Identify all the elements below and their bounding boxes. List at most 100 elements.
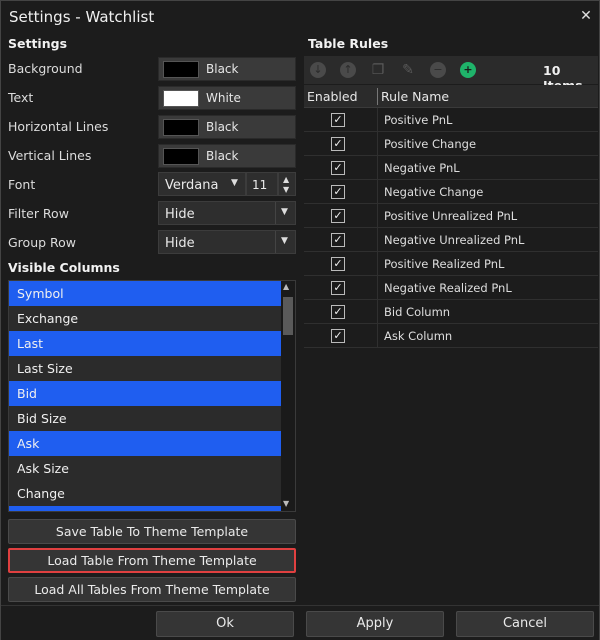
- apply-button[interactable]: Apply: [306, 611, 444, 637]
- vertical-lines-color-picker[interactable]: Black: [158, 144, 296, 168]
- list-item[interactable]: Ask: [9, 431, 281, 456]
- load-table-button[interactable]: Load Table From Theme Template: [8, 548, 296, 573]
- filter-row-select[interactable]: Hide ▼: [158, 201, 296, 225]
- table-row[interactable]: ✓ Ask Column: [304, 324, 598, 348]
- rule-enabled-checkbox[interactable]: ✓: [331, 137, 345, 151]
- horizontal-lines-swatch: [163, 119, 199, 136]
- spin-up-icon[interactable]: ▲: [283, 175, 289, 184]
- rule-name: Negative Realized PnL: [384, 281, 512, 295]
- background-color-name: Black: [206, 62, 239, 76]
- table-row[interactable]: ✓ Positive PnL: [304, 108, 598, 132]
- add-icon[interactable]: +: [460, 62, 476, 78]
- group-row-dropdown-button[interactable]: ▼: [275, 231, 296, 253]
- vertical-lines-swatch: [163, 148, 199, 165]
- scroll-down-icon[interactable]: ▼: [283, 499, 289, 508]
- filter-row-value: Hide: [165, 207, 195, 222]
- rule-enabled-checkbox[interactable]: ✓: [331, 329, 345, 343]
- scrollbar-thumb[interactable]: [283, 297, 293, 335]
- horizontal-lines-color-picker[interactable]: Black: [158, 115, 296, 139]
- rule-name: Positive Realized PnL: [384, 257, 505, 271]
- table-row[interactable]: ✓ Negative Unrealized PnL: [304, 228, 598, 252]
- rule-enabled-checkbox[interactable]: ✓: [331, 185, 345, 199]
- list-item[interactable]: Bid Size: [9, 406, 281, 431]
- font-family-value: Verdana: [165, 178, 219, 193]
- list-item[interactable]: Ask Size: [9, 456, 281, 481]
- text-swatch: [163, 90, 199, 107]
- horizontal-lines-color-name: Black: [206, 120, 239, 134]
- rule-name: Bid Column: [384, 305, 451, 319]
- rule-name: Positive Unrealized PnL: [384, 209, 518, 223]
- font-size-input[interactable]: 11: [246, 172, 278, 196]
- background-label: Background: [8, 61, 83, 76]
- edit-icon[interactable]: ✎: [400, 62, 416, 78]
- dialog-footer: Ok Apply Cancel: [1, 605, 599, 640]
- group-row-label: Group Row: [8, 235, 77, 250]
- load-all-tables-button[interactable]: Load All Tables From Theme Template: [8, 577, 296, 602]
- group-row-value: Hide: [165, 236, 195, 251]
- table-row[interactable]: ✓ Negative Change: [304, 180, 598, 204]
- horizontal-lines-label: Horizontal Lines: [8, 119, 109, 134]
- list-item[interactable]: Exchange: [9, 306, 281, 331]
- rule-enabled-checkbox[interactable]: ✓: [331, 233, 345, 247]
- list-scrollbar[interactable]: ▲ ▼: [281, 281, 295, 511]
- background-swatch: [163, 61, 199, 78]
- spin-down-icon[interactable]: ▼: [283, 185, 289, 194]
- vertical-lines-color-name: Black: [206, 149, 239, 163]
- table-rules-heading: Table Rules: [308, 36, 389, 51]
- rule-name: Negative Change: [384, 185, 484, 199]
- save-table-button[interactable]: Save Table To Theme Template: [8, 519, 296, 544]
- background-color-picker[interactable]: Black: [158, 57, 296, 81]
- remove-icon[interactable]: −: [430, 62, 446, 78]
- visible-columns-list[interactable]: Symbol Exchange Last Last Size Bid Bid S…: [8, 280, 296, 512]
- list-item[interactable]: Last: [9, 331, 281, 356]
- ok-button[interactable]: Ok: [156, 611, 294, 637]
- font-family-select[interactable]: Verdana ▼: [158, 172, 246, 196]
- close-icon[interactable]: ✕: [577, 7, 595, 25]
- rules-grid: Enabled Rule Name ✓ Positive PnL ✓ Posit…: [304, 85, 598, 605]
- font-picker: Verdana ▼ 11 ▲ ▼: [158, 172, 296, 196]
- copy-icon[interactable]: ❐: [370, 62, 386, 78]
- table-row[interactable]: ✓ Positive Realized PnL: [304, 252, 598, 276]
- filter-row-dropdown-button[interactable]: ▼: [275, 202, 296, 224]
- window-title: Settings - Watchlist: [9, 8, 155, 26]
- table-row[interactable]: ✓ Positive Change: [304, 132, 598, 156]
- table-row[interactable]: ✓ Negative PnL: [304, 156, 598, 180]
- settings-window: Settings - Watchlist ✕ Settings Backgrou…: [0, 0, 600, 640]
- cancel-button[interactable]: Cancel: [456, 611, 594, 637]
- rule-name-column-header[interactable]: Rule Name: [381, 89, 449, 104]
- rule-name: Negative Unrealized PnL: [384, 233, 525, 247]
- list-item[interactable]: Last Size: [9, 356, 281, 381]
- rule-enabled-checkbox[interactable]: ✓: [331, 257, 345, 271]
- move-down-icon[interactable]: ↓: [310, 62, 326, 78]
- enabled-column-header[interactable]: Enabled: [307, 89, 358, 104]
- rule-name: Positive Change: [384, 137, 477, 151]
- settings-heading: Settings: [8, 36, 68, 51]
- list-item[interactable]: Bid: [9, 381, 281, 406]
- list-item[interactable]: Change: [9, 481, 281, 506]
- title-bar: Settings - Watchlist ✕: [1, 1, 599, 33]
- table-row[interactable]: ✓ Negative Realized PnL: [304, 276, 598, 300]
- chevron-down-icon: ▼: [281, 207, 288, 217]
- font-size-spinner[interactable]: ▲ ▼: [278, 172, 296, 196]
- rule-name: Positive PnL: [384, 113, 453, 127]
- vertical-lines-label: Vertical Lines: [8, 148, 92, 163]
- rule-enabled-checkbox[interactable]: ✓: [331, 113, 345, 127]
- rule-enabled-checkbox[interactable]: ✓: [331, 209, 345, 223]
- move-up-icon[interactable]: ↑: [340, 62, 356, 78]
- chevron-down-icon: ▼: [231, 178, 238, 188]
- column-divider[interactable]: [377, 88, 378, 105]
- filter-row-label: Filter Row: [8, 206, 69, 221]
- rule-enabled-checkbox[interactable]: ✓: [331, 305, 345, 319]
- visible-columns-heading: Visible Columns: [8, 260, 120, 275]
- text-color-picker[interactable]: White: [158, 86, 296, 110]
- rule-enabled-checkbox[interactable]: ✓: [331, 161, 345, 175]
- text-color-name: White: [206, 91, 241, 105]
- scroll-up-icon[interactable]: ▲: [283, 282, 289, 291]
- list-item-partial[interactable]: [9, 506, 281, 511]
- table-row[interactable]: ✓ Positive Unrealized PnL: [304, 204, 598, 228]
- table-row[interactable]: ✓ Bid Column: [304, 300, 598, 324]
- rule-enabled-checkbox[interactable]: ✓: [331, 281, 345, 295]
- group-row-select[interactable]: Hide ▼: [158, 230, 296, 254]
- list-item[interactable]: Symbol: [9, 281, 281, 306]
- font-label: Font: [8, 177, 36, 192]
